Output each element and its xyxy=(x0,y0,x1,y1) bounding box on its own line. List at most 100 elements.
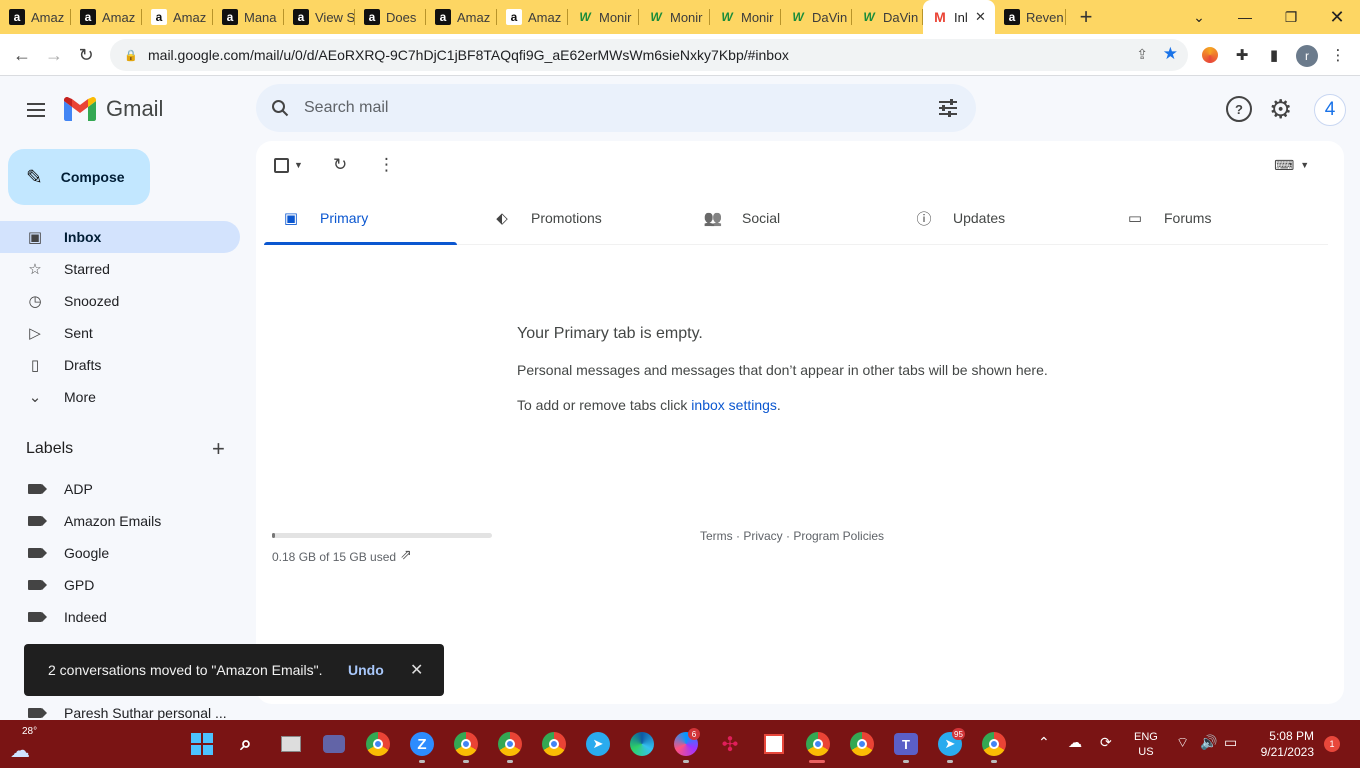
tab-social[interactable]: 👥 Social xyxy=(686,191,879,245)
chrome-icon[interactable] xyxy=(848,730,876,758)
tab-forums[interactable]: ▭ Forums xyxy=(1108,191,1301,245)
maximize-button[interactable]: ❐ xyxy=(1268,0,1314,34)
info-icon: ⓘ xyxy=(916,210,932,228)
add-label-icon[interactable]: + xyxy=(212,436,225,462)
search-options-icon[interactable] xyxy=(920,99,976,117)
external-link-icon[interactable]: ⇗ xyxy=(400,546,412,563)
sidebar-item-starred[interactable]: ☆ Starred xyxy=(0,253,240,285)
chrome-menu-icon[interactable]: ⋮ xyxy=(1328,45,1348,65)
sidebar-item-sent[interactable]: ▷ Sent xyxy=(0,317,240,349)
refresh-icon[interactable]: ↻ xyxy=(333,155,347,175)
inbox-settings-link[interactable]: inbox settings xyxy=(691,397,777,413)
settings-gear-icon[interactable]: ⚙ xyxy=(1269,94,1292,125)
gmail-brand[interactable]: Gmail xyxy=(106,96,163,122)
share-icon[interactable]: ⇪ xyxy=(1136,46,1148,63)
undo-button[interactable]: Undo xyxy=(348,662,384,678)
chrome-icon[interactable] xyxy=(496,730,524,758)
profile-avatar[interactable]: r xyxy=(1296,45,1318,67)
forward-icon[interactable]: → xyxy=(41,42,67,68)
browser-tab[interactable]: a View S xyxy=(284,0,355,34)
help-icon[interactable]: ? xyxy=(1226,96,1252,122)
extension-icon[interactable] xyxy=(1200,45,1220,65)
chrome-icon[interactable] xyxy=(540,730,568,758)
more-actions-icon[interactable]: ⋮ xyxy=(378,155,395,175)
tab-promotions[interactable]: ⬖ Promotions xyxy=(475,191,668,245)
tab-search-icon[interactable]: ⌄ xyxy=(1176,0,1222,34)
browser-tab[interactable]: a Reven xyxy=(995,0,1066,34)
extensions-puzzle-icon[interactable]: ✚ xyxy=(1232,45,1252,65)
onedrive-icon[interactable]: ☁ xyxy=(1068,734,1082,751)
browser-tab-title: Inl xyxy=(954,9,968,25)
start-windows-icon[interactable] xyxy=(188,730,216,758)
side-panel-icon[interactable]: ▮ xyxy=(1264,45,1284,65)
snipping-tool-icon[interactable] xyxy=(760,730,788,758)
chrome-icon[interactable] xyxy=(364,730,392,758)
account-avatar[interactable]: 4 xyxy=(1314,94,1346,126)
browser-tab[interactable]: W Monir xyxy=(639,0,710,34)
tab-primary[interactable]: ▣ Primary xyxy=(264,191,457,245)
language-region: US xyxy=(1138,746,1154,758)
sidebar-item-inbox[interactable]: ▣ Inbox xyxy=(0,221,240,253)
chrome-icon[interactable] xyxy=(804,730,832,758)
browser-tab[interactable]: a Amaz xyxy=(71,0,142,34)
browser-tab[interactable]: W DaVin xyxy=(781,0,852,34)
browser-tab[interactable]: a Amaz xyxy=(497,0,568,34)
language-indicator[interactable]: ENG US xyxy=(1134,730,1158,760)
sidebar-item-snoozed[interactable]: ◷ Snoozed xyxy=(0,285,240,317)
compose-button[interactable]: ✎ Compose xyxy=(8,149,150,205)
volume-icon[interactable]: 🔊 xyxy=(1200,734,1217,751)
task-view-icon[interactable] xyxy=(277,730,305,758)
sidebar-item-more[interactable]: ⌄ More xyxy=(0,381,240,413)
tab-updates[interactable]: ⓘ Updates xyxy=(897,191,1090,245)
monir-icon: W xyxy=(650,10,662,24)
label-item[interactable]: Google xyxy=(0,537,240,569)
browser-tab[interactable]: M Inl ✕ xyxy=(923,0,995,34)
browser-tab[interactable]: W Monir xyxy=(710,0,781,34)
browser-tab[interactable]: a Amaz xyxy=(142,0,213,34)
main-menu-icon[interactable] xyxy=(22,96,50,124)
search-icon[interactable] xyxy=(256,99,304,117)
minimize-button[interactable]: — xyxy=(1222,0,1268,34)
back-icon[interactable]: ← xyxy=(9,42,35,68)
close-icon[interactable]: ✕ xyxy=(410,660,423,680)
notification-badge[interactable]: 1 xyxy=(1324,736,1340,752)
telegram-icon[interactable]: ➤ xyxy=(584,730,612,758)
search-icon[interactable]: ⌕ xyxy=(232,730,260,758)
close-window-button[interactable]: ✕ xyxy=(1314,0,1360,34)
teams-icon[interactable]: T xyxy=(892,730,920,758)
zoom-icon[interactable]: Z xyxy=(408,730,436,758)
browser-tab[interactable]: a Amaz xyxy=(426,0,497,34)
gmail-logo-icon[interactable] xyxy=(64,96,96,122)
show-hidden-icons-chevron-icon[interactable]: ⌃ xyxy=(1038,734,1050,751)
browser-tab[interactable]: W DaVin xyxy=(852,0,923,34)
footer-links[interactable]: Terms · Privacy · Program Policies xyxy=(700,529,884,543)
label-item[interactable]: ADP xyxy=(0,473,240,505)
browser-tab[interactable]: W Monir xyxy=(568,0,639,34)
amazon-icon: a xyxy=(9,9,25,25)
wifi-icon[interactable]: ⌔ xyxy=(1176,734,1189,752)
new-tab-button[interactable]: + xyxy=(1066,0,1106,34)
chrome-icon[interactable] xyxy=(452,730,480,758)
select-all-checkbox[interactable]: ▼ xyxy=(274,155,303,175)
label-item[interactable]: GPD xyxy=(0,569,240,601)
label-item[interactable]: Amazon Emails xyxy=(0,505,240,537)
search-input[interactable] xyxy=(304,99,920,117)
sidebar-item-drafts[interactable]: ▯ Drafts xyxy=(0,349,240,381)
label-item[interactable]: Indeed xyxy=(0,601,240,633)
close-tab-icon[interactable]: ✕ xyxy=(975,9,989,25)
browser-tab[interactable]: a Amaz xyxy=(0,0,71,34)
edge-icon[interactable] xyxy=(628,730,656,758)
reload-icon[interactable]: ↻ xyxy=(73,42,99,68)
browser-tab[interactable]: a Does xyxy=(355,0,426,34)
running-indicator xyxy=(991,760,997,763)
battery-icon[interactable]: ▭ xyxy=(1224,734,1237,751)
teams-chat-icon[interactable] xyxy=(320,730,348,758)
input-tools-icon[interactable]: ⌨ ▼ xyxy=(1274,155,1309,175)
slack-icon[interactable]: ✣ xyxy=(716,730,744,758)
address-bar[interactable]: 🔒 mail.google.com/mail/u/0/d/AEoRXRQ-9C7… xyxy=(110,39,1188,71)
chrome-icon[interactable] xyxy=(980,730,1008,758)
clock[interactable]: 5:08 PM 9/21/2023 xyxy=(1252,728,1314,760)
bookmark-star-icon[interactable]: ★ xyxy=(1163,44,1178,64)
browser-tab[interactable]: a Mana xyxy=(213,0,284,34)
sync-icon[interactable]: ⟳ xyxy=(1100,734,1112,751)
